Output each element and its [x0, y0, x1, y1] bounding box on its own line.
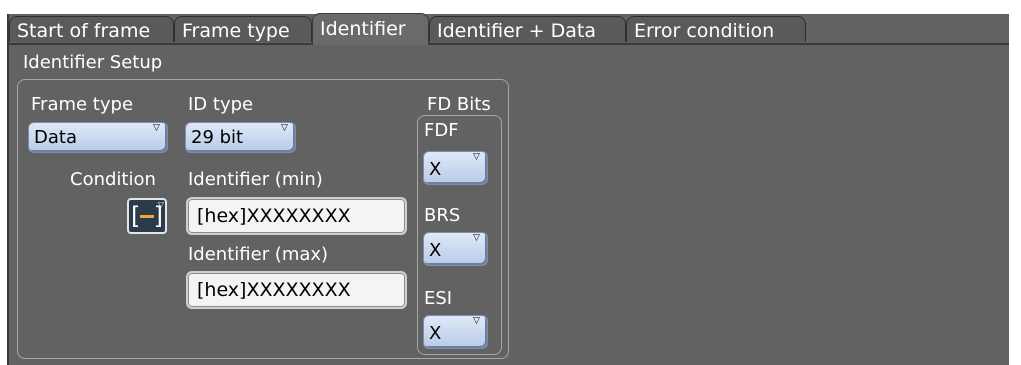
condition-button[interactable]: [ ] ▽: [127, 198, 167, 234]
tab-identifier[interactable]: Identifier: [312, 13, 429, 45]
tab-frame-type[interactable]: Frame type: [174, 16, 312, 42]
frame-type-label: Frame type: [31, 94, 134, 115]
chevron-down-icon: ▽: [157, 200, 164, 209]
frame-type-value: Data: [34, 127, 77, 148]
bracket-left-icon: [: [131, 202, 141, 230]
esi-value: X: [429, 323, 442, 344]
identifier-max-label: Identifier (max): [188, 244, 329, 265]
chevron-down-icon: ▽: [281, 123, 288, 133]
identifier-max-field[interactable]: [hex]XXXXXXXX: [186, 271, 407, 309]
section-title: Identifier Setup: [23, 52, 163, 73]
brs-value: X: [429, 240, 442, 261]
fdf-value: X: [429, 159, 442, 180]
esi-dropdown[interactable]: X ▽: [423, 315, 488, 349]
tab-start-of-frame[interactable]: Start of frame: [9, 16, 174, 42]
frame-type-dropdown[interactable]: Data ▽: [28, 122, 168, 153]
tab-error-condition[interactable]: Error condition: [626, 16, 806, 42]
tab-identifier-plus-data[interactable]: Identifier + Data: [429, 16, 626, 42]
id-type-value: 29 bit: [191, 127, 244, 148]
brs-dropdown[interactable]: X ▽: [423, 232, 488, 266]
id-type-dropdown[interactable]: 29 bit ▽: [185, 122, 296, 153]
chevron-down-icon: ▽: [473, 233, 480, 243]
fdf-label: FDF: [424, 120, 459, 141]
identifier-panel: Start of frame Frame type Identifier Ide…: [0, 0, 1021, 365]
id-type-label: ID type: [188, 94, 254, 115]
chevron-down-icon: ▽: [473, 316, 480, 326]
chevron-down-icon: ▽: [473, 152, 480, 162]
fd-bits-title: FD Bits: [427, 94, 491, 115]
fdf-dropdown[interactable]: X ▽: [423, 151, 488, 185]
identifier-min-field[interactable]: [hex]XXXXXXXX: [186, 197, 407, 235]
identifier-min-label: Identifier (min): [188, 169, 323, 190]
esi-label: ESI: [424, 288, 453, 309]
range-dash-icon: [140, 215, 154, 218]
chevron-down-icon: ▽: [153, 123, 160, 133]
brs-label: BRS: [424, 205, 461, 226]
condition-label: Condition: [70, 169, 156, 190]
